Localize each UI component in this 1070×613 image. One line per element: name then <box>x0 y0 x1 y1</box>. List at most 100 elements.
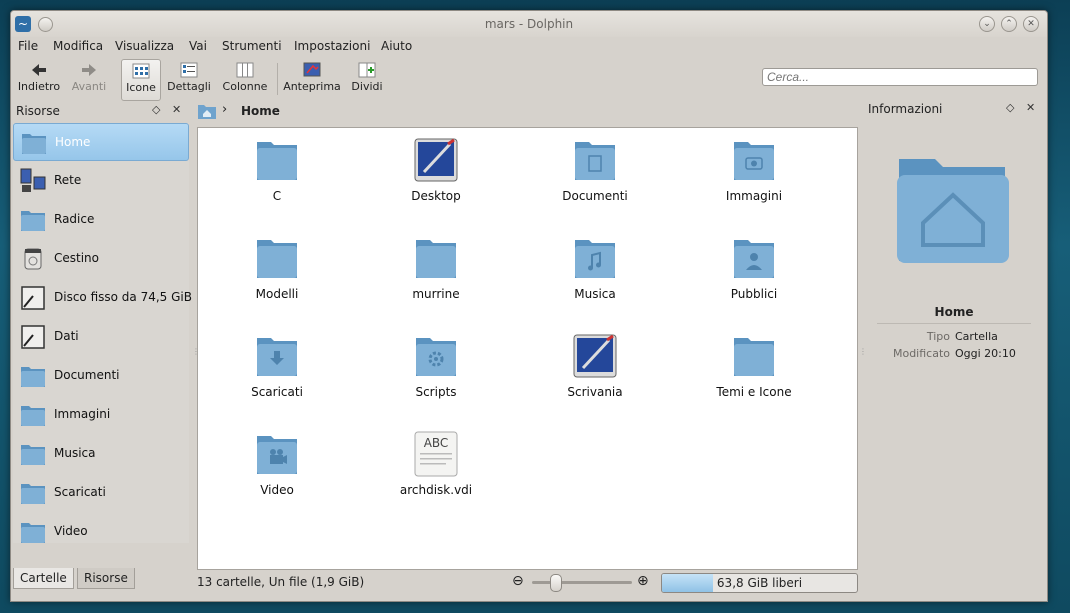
sidebar-item-3[interactable]: Radice <box>13 201 189 239</box>
maximize-button[interactable]: ⌃ <box>1001 16 1017 32</box>
sidebar-item-7[interactable]: Documenti <box>13 357 189 395</box>
back-button[interactable]: Indietro <box>15 59 63 99</box>
file-item[interactable]: Pubblici <box>689 230 819 318</box>
tab-risorse[interactable]: Risorse <box>77 568 135 589</box>
breadcrumb: › Home <box>197 101 857 123</box>
panel-close-icon[interactable]: ✕ <box>1026 101 1035 114</box>
zoom-slider-handle[interactable] <box>550 574 562 592</box>
file-item[interactable]: murrine <box>371 230 501 318</box>
menu-file[interactable]: File <box>18 39 38 53</box>
sidebar-item-1[interactable]: Home <box>13 123 189 161</box>
folder-documents-icon <box>575 142 615 180</box>
zoom-slider-track[interactable] <box>532 581 632 584</box>
music-place-icon <box>21 445 45 465</box>
sidebar-item-5[interactable]: Disco fisso da 74,5 GiB <box>13 279 192 317</box>
file-item[interactable]: Musica <box>530 230 660 318</box>
downloads-place-icon <box>21 484 45 504</box>
menu-aiuto[interactable]: Aiuto <box>381 39 412 53</box>
sidebar-item-6[interactable]: Dati <box>13 318 189 356</box>
images-place-icon <box>21 406 45 426</box>
icons-view-icon <box>132 63 150 79</box>
arrow-left-icon <box>32 64 46 76</box>
home-folder-icon[interactable] <box>197 102 217 120</box>
icons-view-label: Icone <box>126 81 156 94</box>
close-button[interactable]: ✕ <box>1023 16 1039 32</box>
zoom-in-icon[interactable]: ⊕ <box>637 573 649 589</box>
side-panel-tabs: Cartelle Risorse <box>11 568 191 590</box>
sidebar-item-label: Rete <box>54 173 82 187</box>
preview-icon <box>303 62 321 77</box>
title-bar[interactable]: ~ mars - Dolphin ⌄ ⌃ ✕ <box>11 11 1047 37</box>
details-view-button[interactable]: Dettagli <box>167 59 211 99</box>
icons-view-button[interactable]: Icone <box>121 59 161 101</box>
folder-icon <box>734 338 774 376</box>
folder-public-icon <box>734 240 774 278</box>
arrow-right-icon <box>82 64 96 76</box>
preview-button[interactable]: Anteprima <box>283 59 341 99</box>
desktop-icon <box>414 138 458 182</box>
file-item[interactable]: Modelli <box>212 230 342 318</box>
menu-impostazioni[interactable]: Impostazioni <box>294 39 370 53</box>
file-item[interactable]: Temi e Icone <box>689 328 819 416</box>
free-space-label: 63,8 GiB liberi <box>716 576 803 590</box>
columns-view-button[interactable]: Colonne <box>221 59 269 99</box>
file-item[interactable]: C <box>212 132 342 220</box>
file-item[interactable]: Documenti <box>530 132 660 220</box>
folder-images-icon <box>734 142 774 180</box>
file-item-label: Video <box>260 483 294 497</box>
sidebar-item-label: Immagini <box>54 407 111 421</box>
information-panel-title: Informazioni <box>868 102 943 116</box>
left-splitter-handle[interactable]: ⋮ <box>192 347 200 361</box>
status-bar: 13 cartelle, Un file (1,9 GiB) ⊖ ⊕ 63,8 … <box>197 571 858 593</box>
columns-view-label: Colonne <box>222 80 268 93</box>
info-modified-value: Oggi 20:10 <box>955 347 1016 360</box>
file-item[interactable]: Desktop <box>371 132 501 220</box>
panel-float-icon[interactable]: ◇ <box>1006 101 1014 114</box>
forward-label: Avanti <box>71 80 107 93</box>
sidebar-item-9[interactable]: Musica <box>13 435 189 473</box>
info-modified-key: Modificato <box>892 347 950 360</box>
trash-place-icon <box>24 248 42 270</box>
file-item-label: Scrivania <box>567 385 623 399</box>
file-item[interactable]: Scrivania <box>530 328 660 416</box>
menu-modifica[interactable]: Modifica <box>53 39 103 53</box>
file-item[interactable]: Immagini <box>689 132 819 220</box>
panel-close-icon[interactable]: ✕ <box>172 103 181 116</box>
sidebar-item-8[interactable]: Immagini <box>13 396 189 434</box>
tab-cartelle[interactable]: Cartelle <box>13 568 74 589</box>
sidebar-item-label: Disco fisso da 74,5 GiB <box>54 290 192 304</box>
forward-button[interactable]: Avanti <box>67 59 111 99</box>
file-item[interactable]: Video <box>212 426 342 514</box>
sidebar-item-11[interactable]: Video <box>13 513 189 551</box>
split-button[interactable]: Dividi <box>347 59 387 99</box>
menu-visualizza[interactable]: Visualizza <box>115 39 174 53</box>
disk-place-icon <box>21 286 45 310</box>
toolbar-separator <box>277 63 278 95</box>
zoom-out-icon[interactable]: ⊖ <box>512 573 524 589</box>
info-separator <box>877 323 1031 324</box>
minimize-button[interactable]: ⌄ <box>979 16 995 32</box>
panel-float-icon[interactable]: ◇ <box>152 103 160 116</box>
desktop-icon <box>573 334 617 378</box>
dolphin-window: ~ mars - Dolphin ⌄ ⌃ ✕ File Modifica Vis… <box>10 10 1048 602</box>
video-place-icon <box>21 523 45 543</box>
sidebar-item-4[interactable]: Cestino <box>13 240 189 278</box>
info-row-type: Tipo Cartella <box>863 330 1045 346</box>
file-item-label: Scaricati <box>251 385 303 399</box>
menu-vai[interactable]: Vai <box>189 39 207 53</box>
file-item[interactable]: Scaricati <box>212 328 342 416</box>
disk-capacity-bar: 63,8 GiB liberi <box>661 573 858 593</box>
file-item-label: Desktop <box>411 189 461 203</box>
preview-label: Anteprima <box>283 80 341 93</box>
breadcrumb-current[interactable]: Home <box>241 104 280 118</box>
sidebar-item-10[interactable]: Scaricati <box>13 474 189 512</box>
documents-place-icon <box>21 367 45 387</box>
sidebar-item-label: Home <box>55 135 91 149</box>
file-item[interactable]: Scripts <box>371 328 501 416</box>
file-item[interactable]: ABC archdisk.vdi <box>371 426 501 514</box>
file-view[interactable]: C Desktop Documenti Immagini Modelli murrine M… <box>197 127 858 570</box>
search-input[interactable] <box>762 68 1038 86</box>
info-type-value: Cartella <box>955 330 998 343</box>
menu-strumenti[interactable]: Strumenti <box>222 39 282 53</box>
sidebar-item-2[interactable]: Rete <box>13 162 189 200</box>
